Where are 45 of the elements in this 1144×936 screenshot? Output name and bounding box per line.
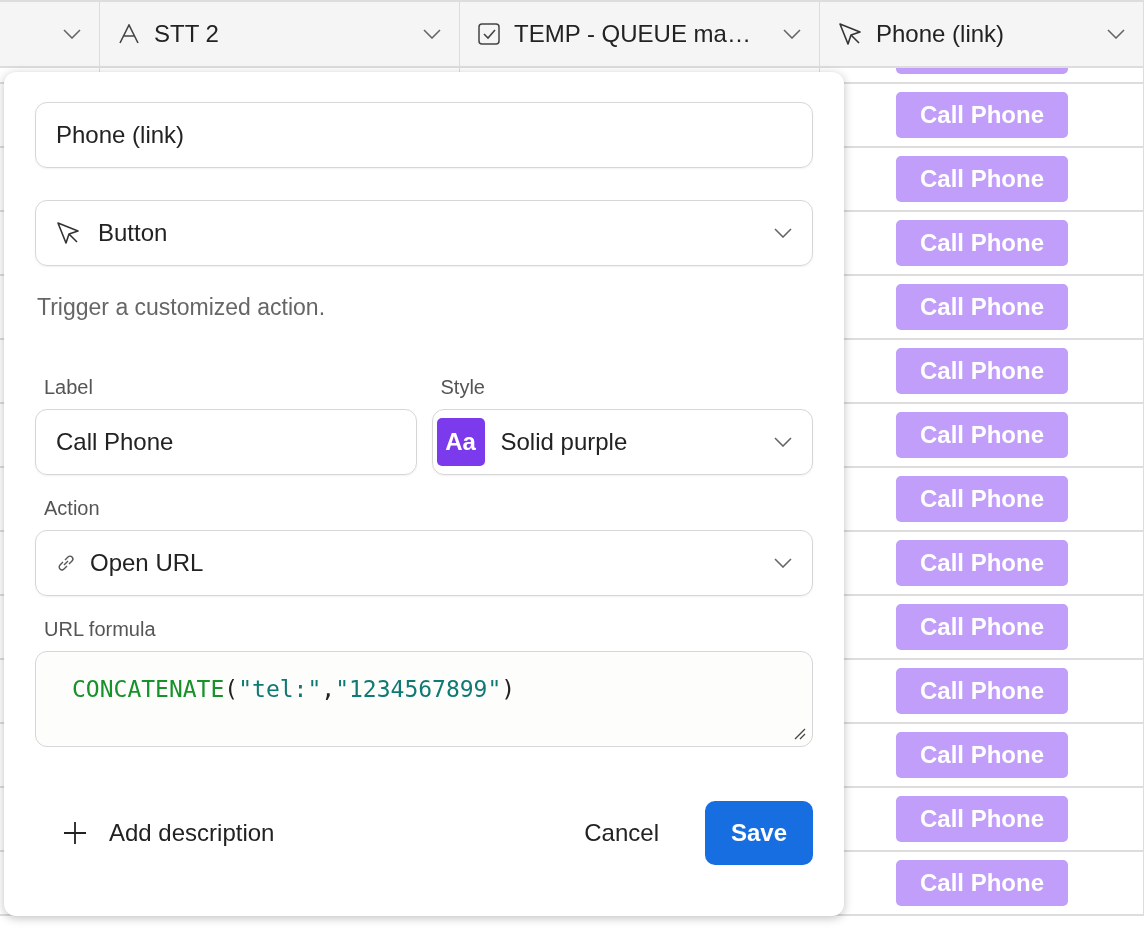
save-button[interactable]: Save	[705, 801, 813, 865]
call-phone-button[interactable]: Call Phone	[896, 220, 1068, 266]
call-phone-button[interactable]: Call Phone	[896, 476, 1068, 522]
field-type-description: Trigger a customized action.	[37, 294, 327, 322]
chevron-down-icon[interactable]	[63, 29, 81, 39]
style-dropdown[interactable]: Aa Solid purple	[431, 409, 813, 475]
field-name-input[interactable]: Phone (link)	[35, 102, 813, 168]
column-header[interactable]: TEMP - QUEUE ma…	[514, 20, 769, 48]
field-caption: Label	[44, 376, 93, 399]
call-phone-button[interactable]: Call Phone	[896, 156, 1068, 202]
plus-icon	[63, 821, 87, 845]
call-phone-button[interactable]: Call Phone	[896, 860, 1068, 906]
chevron-down-icon[interactable]	[774, 228, 792, 238]
column-header[interactable]: STT 2	[154, 20, 409, 48]
field-type-dropdown[interactable]: Button	[35, 200, 813, 266]
label-input[interactable]: Call Phone	[35, 409, 417, 475]
field-caption: URL formula	[44, 618, 156, 641]
url-formula-input[interactable]: CONCATENATE("tel:","1234567899")	[72, 676, 516, 702]
chevron-down-icon[interactable]	[1107, 29, 1125, 39]
checkbox-icon	[478, 23, 500, 45]
text-type-icon	[118, 24, 140, 44]
field-caption: Action	[44, 497, 100, 520]
column-header[interactable]: Phone (link)	[876, 20, 1093, 48]
action-dropdown[interactable]: Open URL	[35, 530, 813, 596]
call-phone-button[interactable]: Call Phone	[896, 92, 1068, 138]
call-phone-button[interactable]: Call Phone	[896, 604, 1068, 650]
call-phone-button[interactable]: Call Phone	[896, 284, 1068, 330]
cancel-button[interactable]: Cancel	[578, 818, 665, 848]
style-swatch: Aa	[436, 418, 485, 466]
call-phone-button[interactable]: Call Phone	[896, 796, 1068, 842]
cursor-icon	[838, 22, 862, 46]
add-description-button[interactable]: Add description	[35, 819, 275, 847]
resize-handle-icon[interactable]	[792, 726, 806, 740]
call-phone-button[interactable]: Call Phone	[896, 540, 1068, 586]
chevron-down-icon[interactable]	[783, 29, 801, 39]
chevron-down-icon[interactable]	[423, 29, 441, 39]
call-phone-button[interactable]: Call Phone	[896, 412, 1068, 458]
chevron-down-icon[interactable]	[774, 558, 792, 568]
link-icon	[56, 553, 76, 573]
call-phone-button[interactable]: Call Phone	[896, 732, 1068, 778]
field-caption: Style	[440, 376, 485, 399]
cursor-icon	[56, 221, 80, 245]
call-phone-button[interactable]: Call Phone	[896, 668, 1068, 714]
call-phone-button[interactable]: Call Phone	[896, 348, 1068, 394]
chevron-down-icon[interactable]	[774, 437, 792, 447]
